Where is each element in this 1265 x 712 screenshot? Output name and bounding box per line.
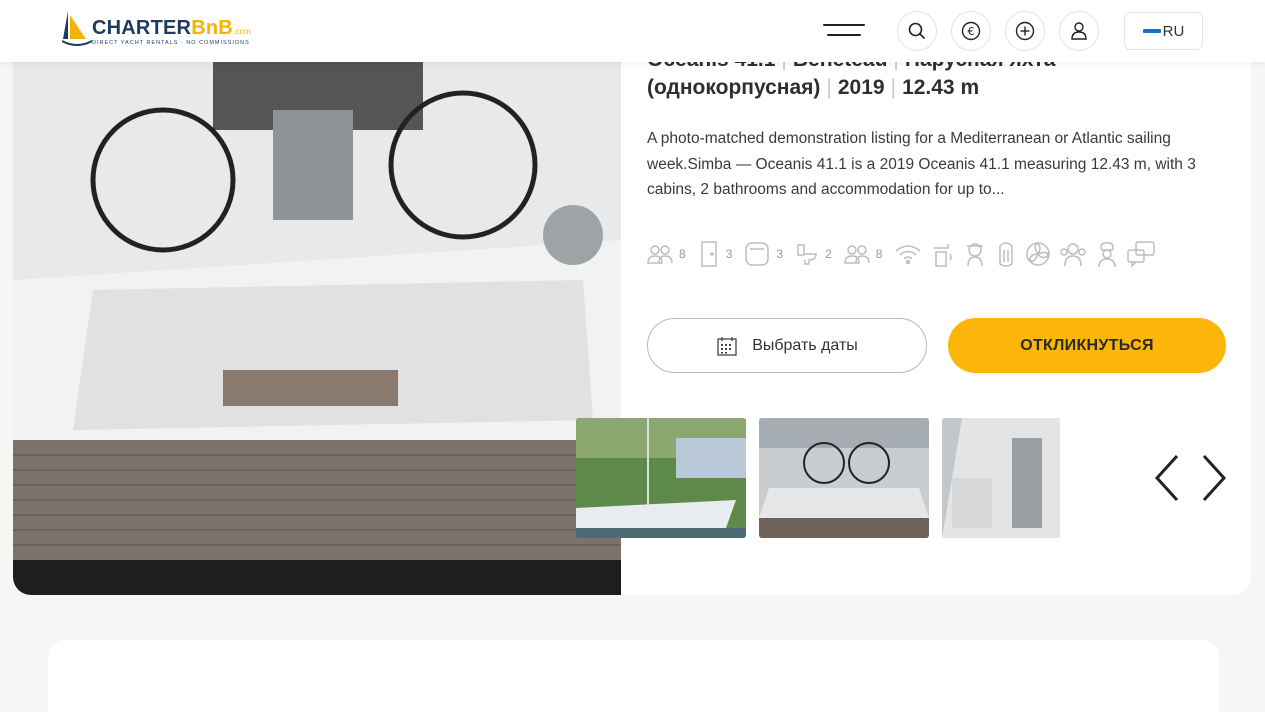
- crew-icon: [1060, 243, 1087, 267]
- add-listing-button[interactable]: [1005, 11, 1045, 51]
- yacht-exterior-image: [576, 418, 746, 538]
- guests-icon: [647, 245, 673, 264]
- amenity-cook: [1094, 240, 1120, 268]
- door-icon: [700, 241, 717, 267]
- amenity-toilets: 2: [795, 242, 838, 266]
- amenity-doors: 3: [698, 240, 739, 268]
- amenities-row: 8 3 3 2 8: [647, 238, 1162, 270]
- amenity-skipper: [962, 240, 988, 268]
- amenity-people: 8: [843, 243, 889, 265]
- listing-description: A photo-matched demonstration listing fo…: [647, 130, 1196, 198]
- top-navbar: CHARTERBnB.com DIRECT YACHT RENTALS · NO…: [0, 0, 1265, 62]
- currency-euro-icon: €: [961, 21, 981, 41]
- amenity-chat: [1126, 240, 1156, 268]
- language-code: RU: [1162, 22, 1185, 40]
- select-dates-label: Выбрать даты: [752, 336, 858, 354]
- brand-name: CHARTERBnB.com: [92, 17, 252, 39]
- amenity-watermaker: [928, 240, 956, 268]
- currency-button[interactable]: €: [951, 11, 991, 51]
- user-icon: [1071, 22, 1087, 40]
- amenity-guests: 8: [647, 243, 692, 265]
- yacht-deck-image: [759, 418, 929, 538]
- skipper-icon: [967, 243, 984, 267]
- add-icon: [1015, 21, 1035, 41]
- cook-icon: [1098, 242, 1117, 268]
- amenity-dinghy: [994, 240, 1018, 268]
- respond-button[interactable]: ОТКЛИКНУТЬСЯ: [948, 318, 1226, 373]
- cabin-icon: [745, 242, 770, 266]
- wifi-icon: [895, 245, 921, 265]
- prev-arrow-icon[interactable]: [1153, 452, 1185, 504]
- brand-tagline: DIRECT YACHT RENTALS · NO COMMISSIONS: [92, 40, 250, 46]
- lower-content-panel: [48, 640, 1219, 712]
- calendar-icon: [717, 336, 737, 356]
- language-selector[interactable]: RU: [1124, 12, 1203, 50]
- photo-thumbnails: [576, 418, 1060, 538]
- search-button[interactable]: [897, 11, 937, 51]
- menu-icon[interactable]: [823, 22, 865, 40]
- thumbnail-2[interactable]: [759, 418, 929, 538]
- sailboat-logo-icon: [62, 11, 92, 46]
- watermaker-icon: [934, 244, 953, 267]
- account-button[interactable]: [1059, 11, 1099, 51]
- yacht-cockpit-image: [13, 0, 621, 595]
- svg-text:€: €: [968, 25, 975, 38]
- thumbnail-3[interactable]: [942, 418, 1060, 538]
- amenity-cabins: 3: [744, 241, 789, 267]
- search-icon: [908, 22, 926, 40]
- amenity-wifi: [894, 242, 922, 266]
- amenity-aircon: [1024, 240, 1052, 268]
- dinghy-icon: [999, 242, 1014, 267]
- flag-icon: [1142, 29, 1161, 33]
- yacht-cockpit-thumb-image: [942, 418, 1060, 538]
- aircon-icon: [1026, 242, 1051, 266]
- chat-icon: [1127, 241, 1156, 268]
- main-photo[interactable]: [13, 0, 621, 595]
- brand-logo[interactable]: CHARTERBnB.com DIRECT YACHT RENTALS · NO…: [62, 9, 252, 51]
- people-icon: [843, 245, 870, 264]
- toilet-icon: [797, 244, 817, 265]
- thumbnail-1[interactable]: [576, 418, 746, 538]
- amenity-crew: [1058, 240, 1088, 268]
- select-dates-button[interactable]: Выбрать даты: [647, 318, 927, 373]
- next-arrow-icon[interactable]: [1196, 452, 1228, 504]
